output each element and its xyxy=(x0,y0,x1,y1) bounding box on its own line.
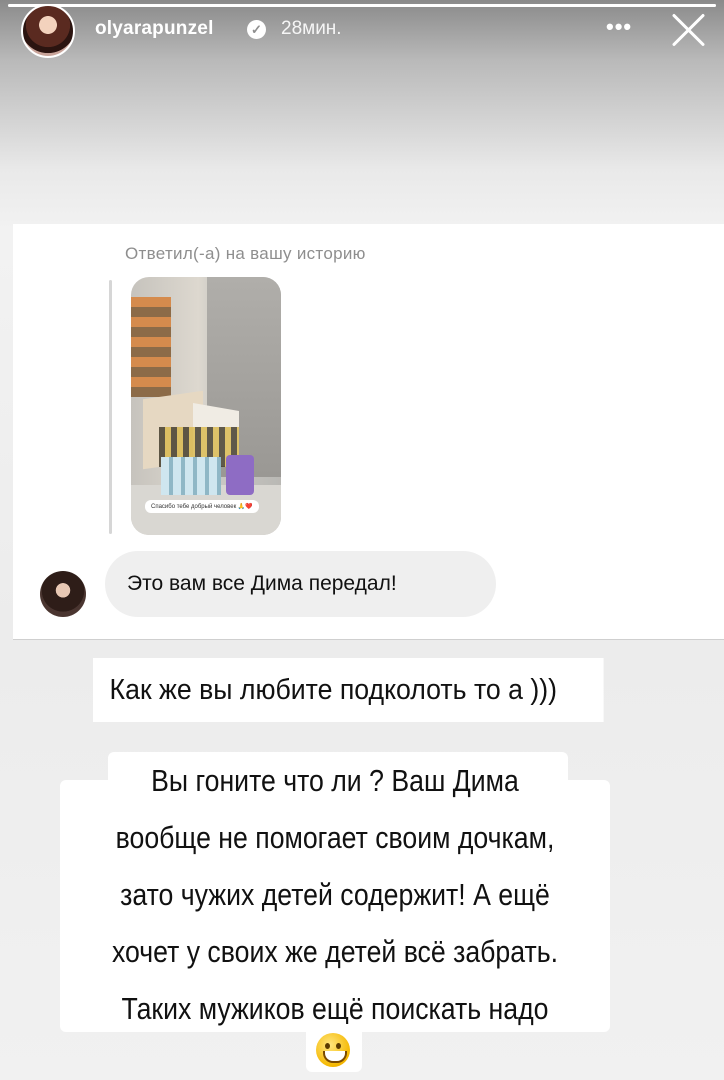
post-time: 28мин. xyxy=(281,18,342,39)
thumb-water-bottles xyxy=(161,457,221,495)
story-header: olyarapunzel ✓ 28мин. ••• xyxy=(0,0,724,66)
story-text-line: вообще не помогает своим дочкам, xyxy=(115,820,555,855)
more-options-icon[interactable]: ••• xyxy=(606,14,632,40)
story-text-line1: Как же вы любите подколоть то а ))) xyxy=(93,658,604,722)
sender-avatar xyxy=(40,571,86,617)
quote-bar xyxy=(109,280,112,534)
profile-avatar[interactable] xyxy=(21,4,75,58)
story-text-line: хочет у своих же детей всё забрать. xyxy=(111,934,559,969)
close-icon[interactable] xyxy=(669,8,709,48)
reply-caption: Ответил(-а) на вашу историю xyxy=(125,244,366,263)
story-text-line: зато чужих детей содержит! А ещё xyxy=(120,877,550,912)
thumb-detergent xyxy=(226,455,254,495)
thumb-shelf xyxy=(131,297,171,397)
message-bubble: Это вам все Дима передал! xyxy=(105,551,496,617)
verified-badge-icon: ✓ xyxy=(247,20,266,39)
username[interactable]: olyarapunzel xyxy=(95,18,214,40)
story-text-block: Вы гоните что ли ? Ваш Дима вообще не по… xyxy=(99,752,572,1037)
story-thumbnail-image: Спасибо тебе добрый человек 🙏❤️ xyxy=(131,277,281,535)
story-text-line: Вы гоните что ли ? Ваш Дима xyxy=(151,763,519,798)
grinning-face-icon xyxy=(316,1033,350,1067)
dm-screenshot: Ответил(-а) на вашу историю Спасибо тебе… xyxy=(13,224,724,640)
thumb-caption: Спасибо тебе добрый человек 🙏❤️ xyxy=(145,500,259,513)
